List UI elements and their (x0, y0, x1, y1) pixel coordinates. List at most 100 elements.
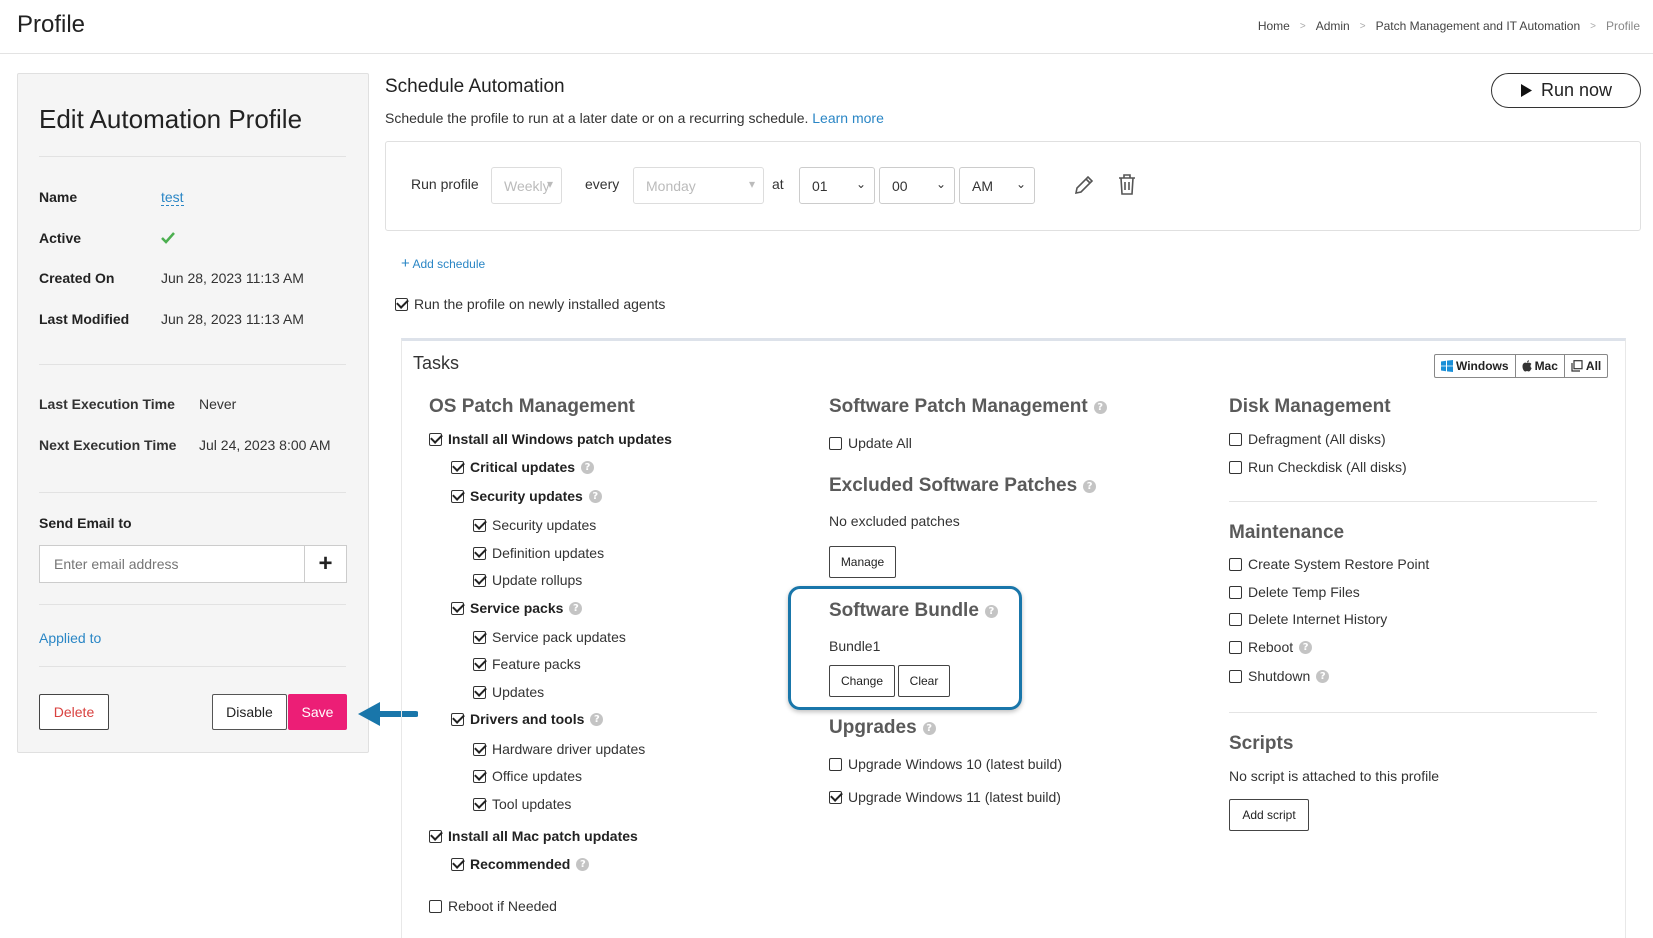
checkbox-icon[interactable] (1229, 585, 1242, 599)
delete-temp-files-option[interactable]: Delete Temp Files (1229, 584, 1360, 600)
change-bundle-button[interactable]: Change (829, 665, 895, 697)
install-windows-option[interactable]: Install all Windows patch updates (429, 431, 672, 447)
checkbox-checked-icon[interactable] (473, 518, 486, 532)
help-icon[interactable]: ? (569, 601, 583, 615)
checkbox-icon[interactable] (1229, 640, 1242, 654)
help-icon[interactable]: ? (1316, 669, 1330, 683)
reboot-if-needed-option[interactable]: Reboot if Needed (429, 898, 557, 914)
checkbox-checked-icon[interactable] (451, 489, 464, 503)
clear-bundle-button[interactable]: Clear (898, 665, 950, 697)
checkbox-checked-icon[interactable] (451, 601, 464, 615)
service-packs-option[interactable]: Service packs? (451, 600, 583, 616)
checkbox-checked-icon[interactable] (473, 769, 486, 783)
checkbox-checked-icon[interactable] (473, 742, 486, 756)
update-all-option[interactable]: Update All (829, 435, 912, 451)
checkbox-checked-icon[interactable] (429, 432, 442, 446)
checkbox-icon[interactable] (1229, 612, 1242, 626)
update-rollups-option[interactable]: Update rollups (473, 572, 582, 588)
checkbox-checked-icon[interactable] (473, 797, 486, 811)
frequency-select[interactable]: Weekly ▾ (491, 167, 562, 204)
checkbox-checked-icon[interactable] (429, 829, 442, 843)
divider (39, 666, 346, 667)
tool-updates-option[interactable]: Tool updates (473, 796, 571, 812)
checkbox-icon[interactable] (1229, 669, 1242, 683)
breadcrumb-home[interactable]: Home (1258, 19, 1290, 33)
checkbox-icon[interactable] (1229, 432, 1242, 446)
upgrade-win10-option[interactable]: Upgrade Windows 10 (latest build) (829, 756, 1062, 772)
tab-windows[interactable]: Windows (1435, 355, 1516, 377)
upgrade-win11-option[interactable]: Upgrade Windows 11 (latest build) (829, 789, 1061, 805)
tab-mac[interactable]: Mac (1516, 355, 1565, 377)
add-script-button[interactable]: Add script (1229, 799, 1309, 831)
add-schedule-link[interactable]: + Add schedule (401, 255, 485, 272)
save-button[interactable]: Save (288, 694, 347, 730)
checkbox-icon[interactable] (1229, 557, 1242, 571)
breadcrumb-admin[interactable]: Admin (1316, 19, 1350, 33)
edit-pencil-icon[interactable] (1073, 174, 1095, 196)
shutdown-option[interactable]: Shutdown? (1229, 668, 1330, 684)
email-input[interactable] (39, 545, 305, 583)
checkbox-checked-icon[interactable] (829, 790, 842, 804)
run-on-new-agents-option[interactable]: Run the profile on newly installed agent… (395, 296, 665, 312)
delete-button[interactable]: Delete (39, 694, 109, 730)
checkbox-checked-icon[interactable] (473, 546, 486, 560)
trash-icon[interactable] (1117, 173, 1137, 196)
office-updates-option[interactable]: Office updates (473, 768, 582, 784)
hour-select[interactable]: 01 ⌄ (799, 167, 875, 204)
service-pack-updates-option[interactable]: Service pack updates (473, 629, 626, 645)
learn-more-link[interactable]: Learn more (812, 110, 884, 126)
checkdisk-option[interactable]: Run Checkdisk (All disks) (1229, 459, 1407, 475)
help-icon[interactable]: ? (588, 489, 602, 503)
security-updates-group-option[interactable]: Security updates? (451, 488, 602, 504)
run-now-button[interactable]: Run now (1491, 73, 1641, 108)
checkbox-icon[interactable] (429, 899, 442, 913)
updates-option[interactable]: Updates (473, 684, 544, 700)
install-mac-option[interactable]: Install all Mac patch updates (429, 828, 638, 844)
manage-button[interactable]: Manage (829, 546, 896, 578)
reboot-option[interactable]: Reboot? (1229, 639, 1313, 655)
minute-select[interactable]: 00 ⌄ (879, 167, 955, 204)
checkbox-checked-icon[interactable] (473, 657, 486, 671)
checkbox-icon[interactable] (829, 436, 842, 450)
checkbox-icon[interactable] (1229, 460, 1242, 474)
ampm-select[interactable]: AM ⌄ (959, 167, 1035, 204)
drivers-tools-option[interactable]: Drivers and tools? (451, 711, 604, 727)
checkbox-checked-icon[interactable] (473, 630, 486, 644)
help-icon[interactable]: ? (590, 712, 604, 726)
tab-all[interactable]: All (1565, 355, 1607, 377)
applied-to-link[interactable]: Applied to (39, 630, 101, 646)
security-updates-option[interactable]: Security updates (473, 517, 596, 533)
profile-name-link[interactable]: test (161, 189, 184, 206)
checkbox-checked-icon[interactable] (451, 460, 464, 474)
feature-packs-option[interactable]: Feature packs (473, 656, 581, 672)
disable-button[interactable]: Disable (212, 694, 287, 730)
maintenance-heading: Maintenance (1229, 522, 1344, 544)
checkbox-checked-icon[interactable] (451, 712, 464, 726)
add-email-button[interactable]: + (304, 545, 347, 583)
last-execution-label: Last Execution Time (39, 396, 175, 412)
help-icon[interactable]: ? (1093, 400, 1107, 414)
created-label: Created On (39, 270, 115, 286)
help-icon[interactable]: ? (1083, 479, 1097, 493)
checkbox-checked-icon[interactable] (395, 297, 408, 311)
critical-updates-option[interactable]: Critical updates? (451, 459, 595, 475)
recommended-option[interactable]: Recommended? (451, 856, 590, 872)
help-icon[interactable]: ? (576, 857, 590, 871)
help-icon[interactable]: ? (922, 721, 936, 735)
breadcrumb-patch-management[interactable]: Patch Management and IT Automation (1376, 19, 1581, 33)
restore-point-label: Create System Restore Point (1248, 556, 1430, 572)
restore-point-option[interactable]: Create System Restore Point (1229, 556, 1429, 572)
checkbox-icon[interactable] (829, 757, 842, 771)
tab-all-label: All (1585, 359, 1602, 373)
checkbox-checked-icon[interactable] (473, 685, 486, 699)
help-icon[interactable]: ? (581, 460, 595, 474)
delete-internet-history-option[interactable]: Delete Internet History (1229, 611, 1387, 627)
help-icon[interactable]: ? (984, 604, 998, 618)
day-select[interactable]: Monday ▾ (633, 167, 764, 204)
defragment-option[interactable]: Defragment (All disks) (1229, 431, 1386, 447)
definition-updates-option[interactable]: Definition updates (473, 545, 604, 561)
checkbox-checked-icon[interactable] (451, 857, 464, 871)
help-icon[interactable]: ? (1299, 640, 1313, 654)
hardware-driver-updates-option[interactable]: Hardware driver updates (473, 741, 645, 757)
checkbox-checked-icon[interactable] (473, 573, 486, 587)
